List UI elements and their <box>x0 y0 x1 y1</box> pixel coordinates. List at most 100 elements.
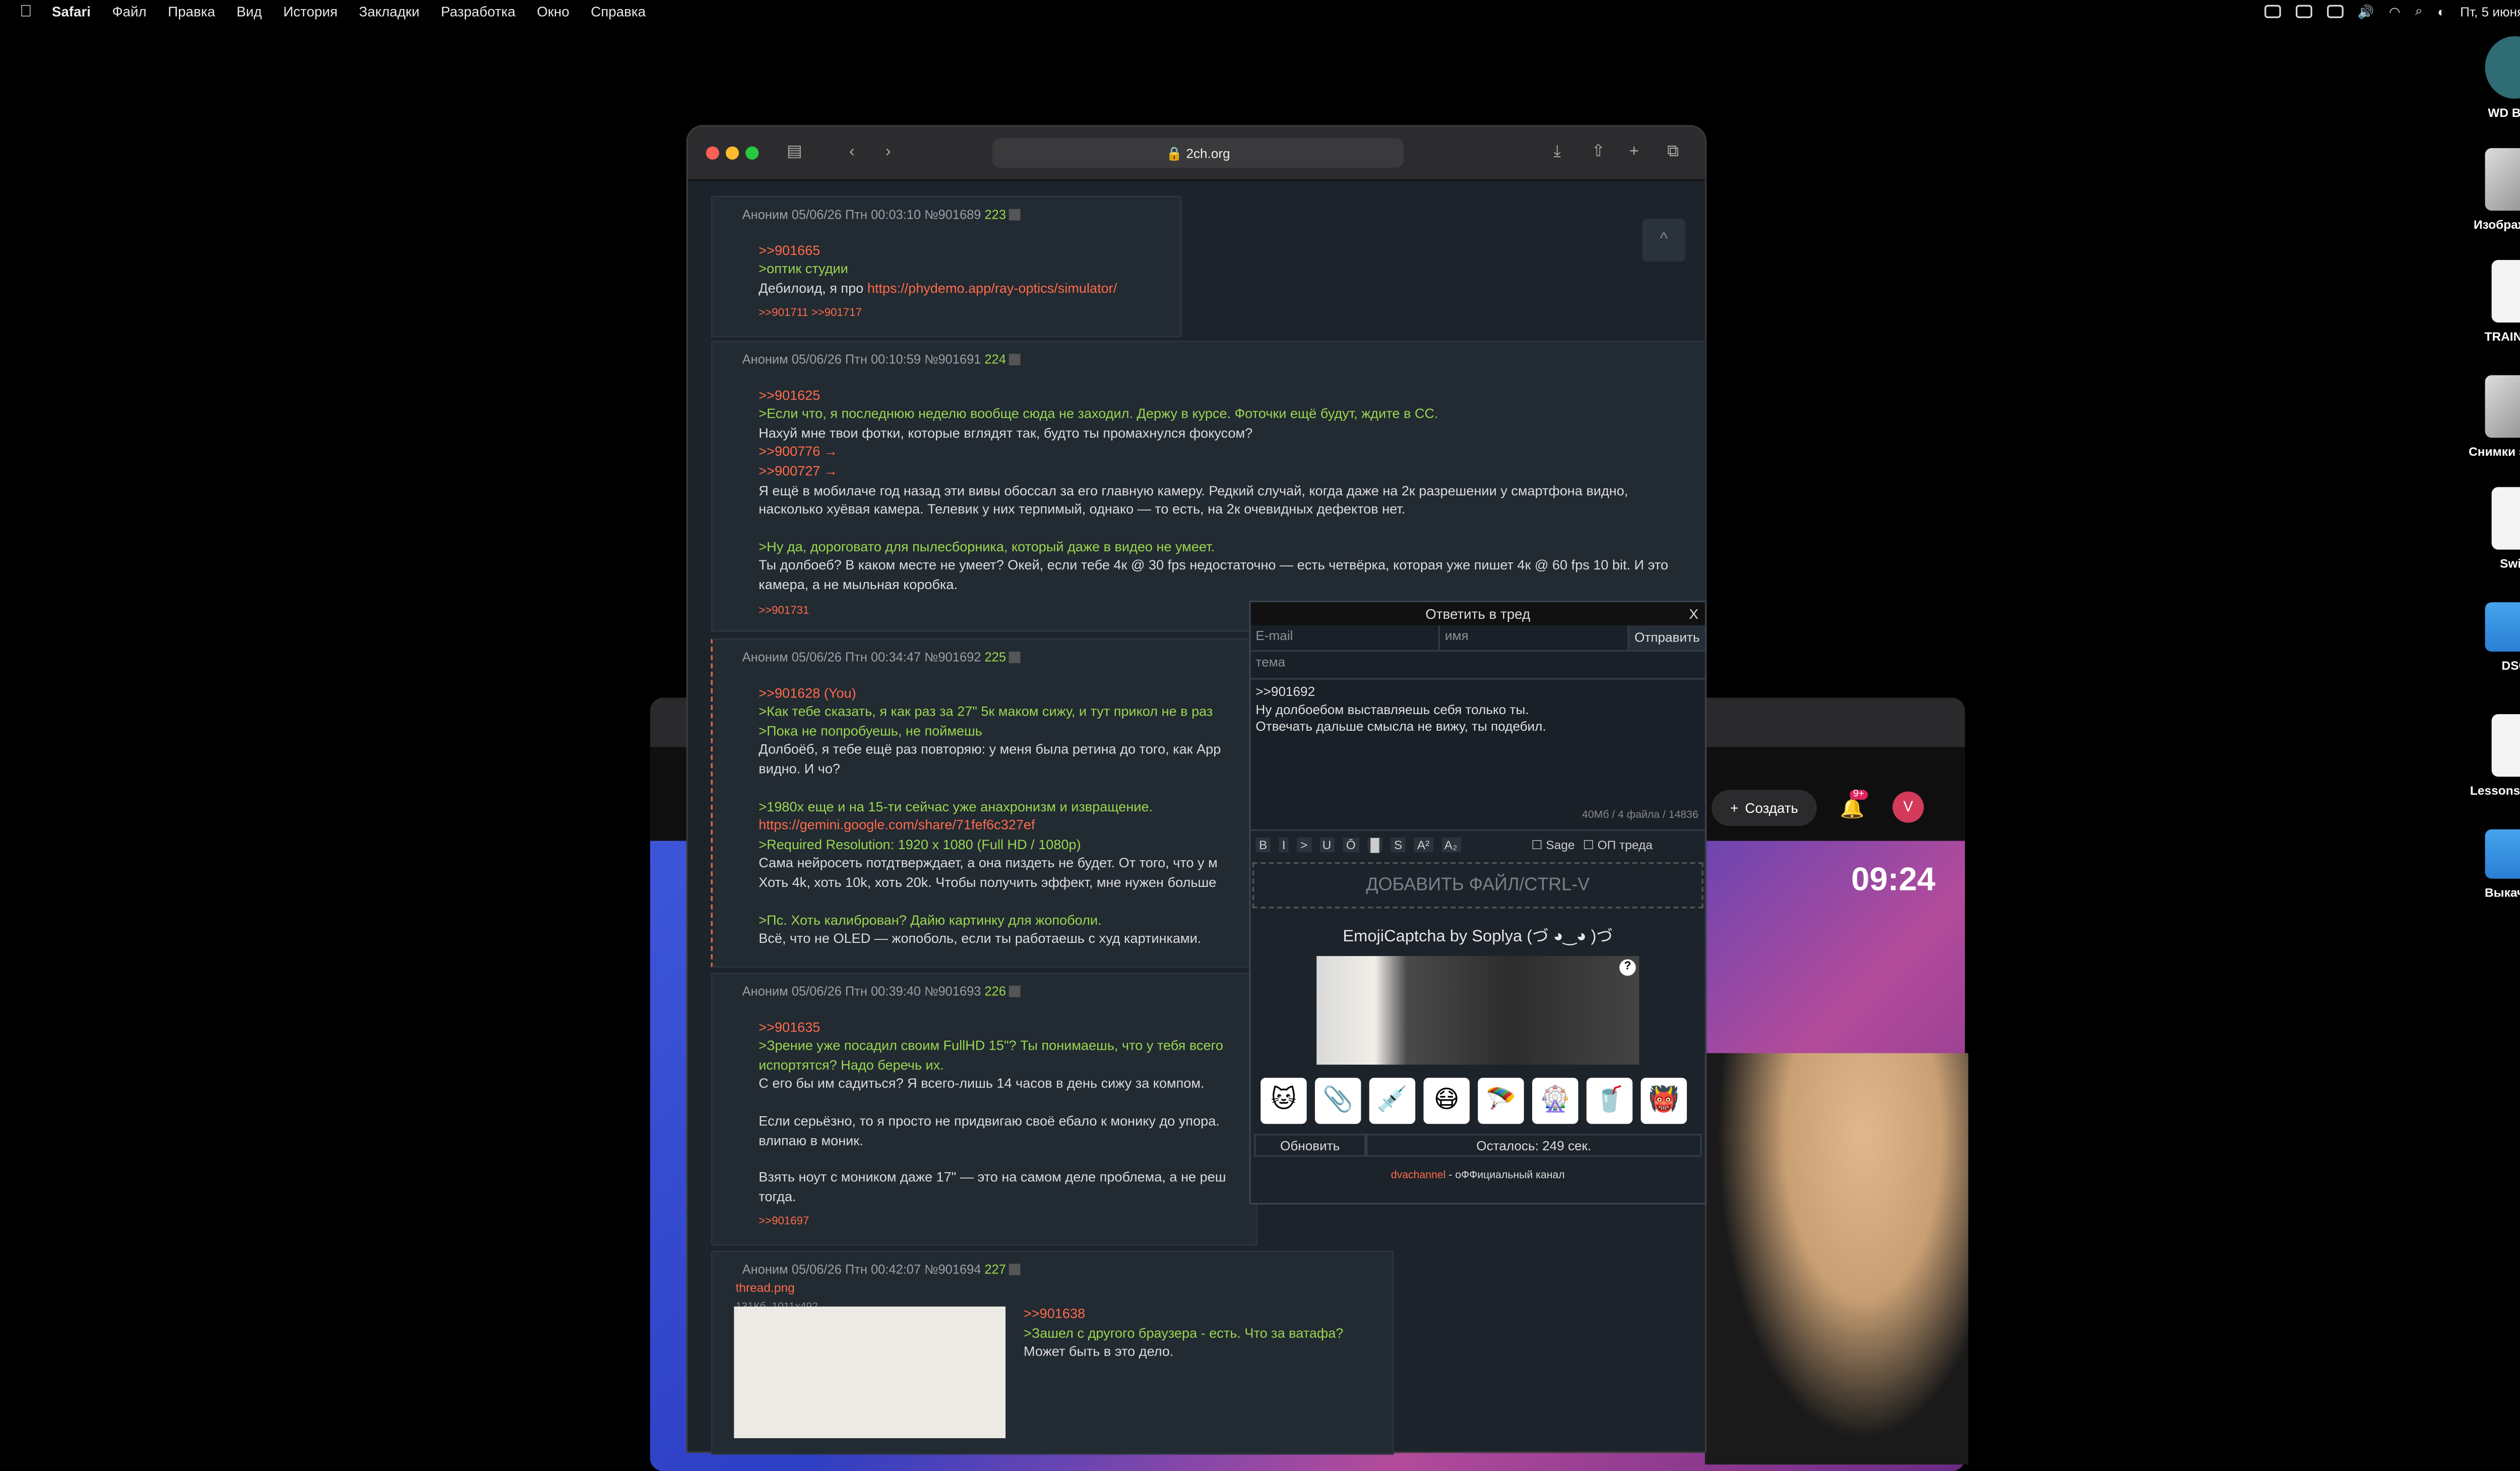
folder-icon <box>2485 602 2520 652</box>
captcha-option[interactable]: 📎 <box>1314 1077 1361 1124</box>
plus-icon: + <box>1730 799 1739 816</box>
desktop-icon-screenshots[interactable]: Снимки экрана <box>2449 375 2520 459</box>
captcha-timer: Осталось: 249 сек. <box>1366 1133 1702 1157</box>
new-tab-icon[interactable]: + <box>1629 143 1639 161</box>
desktop-icon-lessons-photo[interactable]: Lessons-Photo <box>2449 714 2520 798</box>
menu-edit[interactable]: Правка <box>168 4 215 20</box>
upload-limit: 40Мб / 4 файла / 14836 <box>1582 810 1698 822</box>
desktop-icon-download[interactable]: Выкачать <box>2449 829 2520 900</box>
folder-screenshots-icon <box>2485 375 2520 438</box>
menu-window[interactable]: Окно <box>537 4 570 20</box>
email-field[interactable]: E-mail <box>1250 625 1440 650</box>
quote-button[interactable]: > <box>1297 838 1311 853</box>
control-center-icon[interactable]: ◐ <box>2437 4 2445 19</box>
desktop-icon-train-pdf[interactable]: TRAIN.pdf <box>2449 260 2520 344</box>
back-icon[interactable]: ‹ <box>849 143 855 161</box>
captcha-option[interactable]: 🐱 <box>1261 1077 1307 1124</box>
clock[interactable]: Пт, 5 июня 14:03 <box>2460 4 2520 19</box>
sidebar-icon[interactable]: ▤ <box>787 143 802 161</box>
format-toolbar: B I > U Ō █ S A² A₂ ☐ Sage ☐ ОП треда <box>1251 831 1705 859</box>
file-link[interactable]: thread.png <box>736 1278 818 1298</box>
name-field[interactable]: имя <box>1440 625 1629 650</box>
wifi-icon[interactable]: ◠ <box>2389 4 2401 19</box>
apple-icon[interactable]:  <box>20 3 32 21</box>
captcha-option[interactable]: 👹 <box>1641 1077 1687 1124</box>
scroll-up-button[interactable]: ^ <box>1642 219 1685 262</box>
bell-icon[interactable]: 🔔 <box>1840 796 1865 819</box>
captcha-image: ? <box>1316 956 1640 1065</box>
sup-button[interactable]: A² <box>1414 838 1433 853</box>
share-icon[interactable]: ⇧ <box>1592 143 1605 161</box>
menu-file[interactable]: Файл <box>112 4 146 20</box>
captcha-option[interactable]: 🪂 <box>1478 1077 1524 1124</box>
overline-button[interactable]: Ō <box>1343 838 1359 853</box>
menu-develop[interactable]: Разработка <box>441 4 516 20</box>
menu-bookmarks[interactable]: Закладки <box>359 4 419 20</box>
desktop-icon-dsc[interactable]: DSC <box>2449 602 2520 673</box>
video-clock: 09:24 <box>1851 862 1935 899</box>
post: Аноним 05/06/26 Птн 00:39:40 №901693 226… <box>711 972 1257 1246</box>
play-icon[interactable] <box>1009 210 1021 221</box>
italic-button[interactable]: I <box>1279 838 1289 853</box>
post: Аноним 05/06/26 Птн 00:10:59 №901691 224… <box>711 340 1707 632</box>
sub-button[interactable]: A₂ <box>1441 838 1461 853</box>
address-bar[interactable]: 🔒 2ch.org <box>992 138 1404 168</box>
strike-button[interactable]: S <box>1391 838 1406 853</box>
help-icon[interactable]: ? <box>1619 959 1636 976</box>
captcha-option[interactable]: 😷 <box>1423 1077 1470 1124</box>
status-icon[interactable] <box>2263 5 2281 18</box>
channel-link[interactable]: dvachannel <box>1391 1170 1446 1182</box>
submit-button[interactable]: Отправить <box>1629 625 1705 650</box>
video-person <box>1705 1053 1969 1465</box>
file-drop-zone[interactable]: ДОБАВИТЬ ФАЙЛ/CTRL-V <box>1252 862 1704 909</box>
folder-icon <box>2485 829 2520 879</box>
desktop-icon-wd-back[interactable]: WD Back <box>2449 36 2520 120</box>
pdf-icon <box>2491 260 2520 323</box>
play-icon[interactable] <box>1009 354 1021 366</box>
post: Аноним 05/06/26 Птн 00:03:10 №901689 223… <box>711 196 1182 338</box>
op-checkbox[interactable]: ☐ ОП треда <box>1583 838 1653 852</box>
sage-checkbox[interactable]: ☐ Sage <box>1531 838 1574 852</box>
refresh-captcha-button[interactable]: Обновить <box>1254 1133 1366 1157</box>
play-icon[interactable] <box>1009 1264 1021 1276</box>
forward-icon[interactable]: › <box>886 143 891 161</box>
menu-app[interactable]: Safari <box>52 4 91 20</box>
menu-bar:  Safari Файл Правка Вид История Закладк… <box>0 0 2520 23</box>
underline-button[interactable]: U <box>1319 838 1335 853</box>
play-icon[interactable] <box>1009 986 1021 998</box>
desktop-icon-images[interactable]: Изображения <box>2449 148 2520 232</box>
subject-field[interactable]: тема <box>1250 652 1705 678</box>
captcha-option[interactable]: 🎡 <box>1532 1077 1579 1124</box>
post-image-thumbnail[interactable] <box>734 1306 1006 1438</box>
captcha-option[interactable]: 💉 <box>1369 1077 1416 1124</box>
tabs-icon[interactable]: ⧉ <box>1667 143 1679 161</box>
download-icon[interactable]: ⤓ <box>1553 143 1560 161</box>
close-form-button[interactable]: X <box>1689 602 1698 625</box>
post-replies[interactable]: >>901697 <box>713 1213 1256 1242</box>
create-button[interactable]: + Создать <box>1711 790 1817 826</box>
volume-icon[interactable]: 🔊 <box>2358 4 2374 19</box>
bold-button[interactable]: B <box>1255 838 1271 853</box>
zoom-window-button[interactable] <box>745 146 759 160</box>
spoiler-button[interactable]: █ <box>1367 838 1383 853</box>
post-replies[interactable]: >>901711 >>901717 <box>713 305 1180 334</box>
menu-help[interactable]: Справка <box>591 4 646 20</box>
menu-history[interactable]: История <box>283 4 338 20</box>
avatar[interactable]: V <box>1893 791 1924 823</box>
captcha-option[interactable]: 🥤 <box>1586 1077 1633 1124</box>
close-window-button[interactable] <box>706 146 719 160</box>
status-icon[interactable] <box>2295 5 2312 18</box>
search-icon[interactable]: ⌕ <box>2415 4 2423 20</box>
play-icon[interactable] <box>1009 652 1021 664</box>
time-machine-icon <box>2485 36 2520 99</box>
battery-icon[interactable] <box>2326 5 2343 18</box>
minimize-window-button[interactable] <box>725 146 739 160</box>
reply-form: Ответить в тред X E-mail имя Отправить те… <box>1249 600 1707 1205</box>
desktop-icon-swift[interactable]: Swift <box>2449 487 2520 571</box>
post: Аноним 05/06/26 Птн 00:34:47 №901692 225… <box>711 638 1257 968</box>
captcha-options: 🐱 📎 💉 😷 🪂 🎡 🥤 👹 <box>1261 1077 1705 1124</box>
menu-view[interactable]: Вид <box>236 4 262 20</box>
captcha-title: EmojiCaptcha by Soplya (づ ◕‿◕ )づ <box>1343 928 1613 946</box>
message-textarea[interactable]: >>901692 Ну долбоебом выставляешь себя т… <box>1250 679 1705 831</box>
toolbar: ▤ ‹ › 🔒 2ch.org ⤓ ⇧ + ⧉ <box>687 126 1705 181</box>
